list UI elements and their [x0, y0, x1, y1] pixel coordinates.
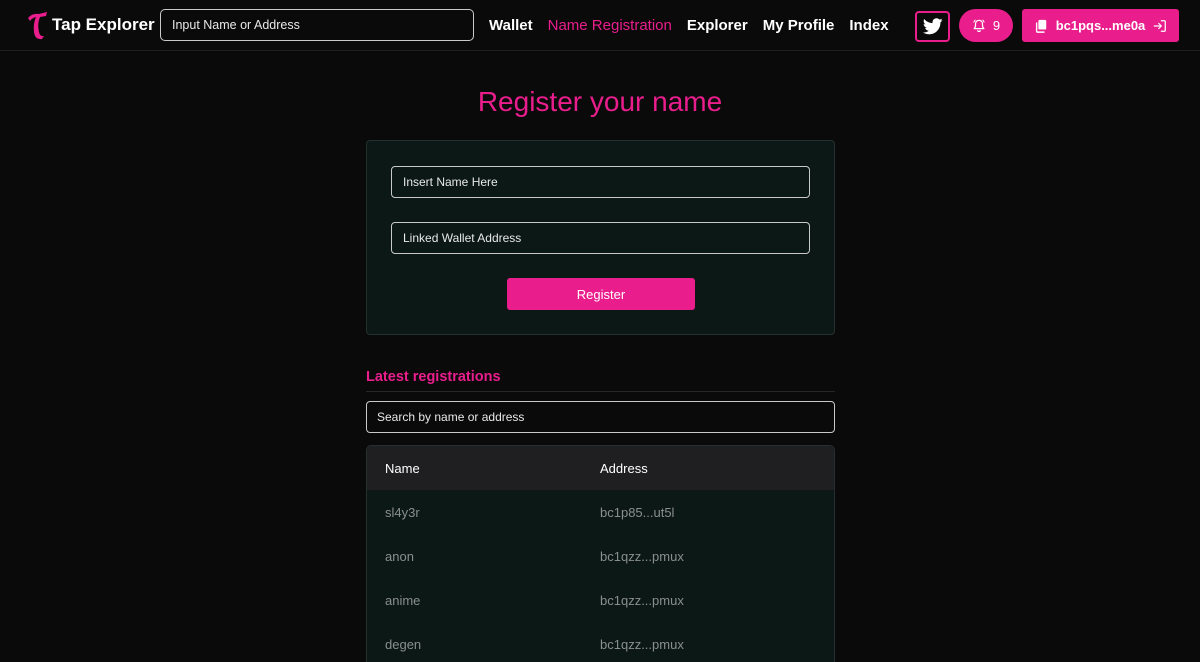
tap-logo-icon [28, 12, 47, 40]
table-row[interactable]: anon bc1qzz...pmux [367, 534, 834, 578]
row-address: bc1qzz...pmux [600, 636, 684, 652]
top-navbar: Tap Explorer Wallet Name Registration Ex… [0, 0, 1200, 51]
divider [366, 391, 835, 392]
column-header-name[interactable]: Name [385, 461, 420, 476]
notification-count: 9 [992, 18, 1001, 33]
twitter-icon [922, 18, 943, 35]
wallet-button[interactable]: bc1pqs...me0a [1022, 9, 1179, 42]
global-search-input[interactable] [160, 9, 474, 41]
latest-registrations-heading: Latest registrations [366, 369, 501, 385]
registration-card: Register [366, 140, 835, 335]
registrations-search-input[interactable] [366, 401, 835, 433]
nav-index[interactable]: Index [849, 17, 888, 34]
name-input[interactable] [391, 166, 810, 198]
column-header-address[interactable]: Address [600, 461, 648, 476]
brand-name: Tap Explorer [52, 15, 155, 34]
table-row[interactable]: sl4y3r bc1p85...ut5l [367, 490, 834, 534]
table-header: Name Address [367, 446, 834, 490]
copy-icon[interactable] [1034, 19, 1048, 33]
registrations-table: Name Address sl4y3r bc1p85...ut5l anon b… [366, 445, 835, 662]
row-name: anime [385, 592, 421, 608]
nav-wallet[interactable]: Wallet [489, 17, 533, 34]
nav-explorer[interactable]: Explorer [687, 17, 748, 34]
row-name: degen [385, 636, 422, 652]
nav-my-profile[interactable]: My Profile [763, 17, 835, 34]
row-name: anon [385, 548, 414, 564]
row-address: bc1qzz...pmux [600, 548, 684, 564]
row-address: bc1qzz...pmux [600, 592, 684, 608]
table-row[interactable]: anime bc1qzz...pmux [367, 578, 834, 622]
row-address: bc1p85...ut5l [600, 504, 675, 520]
wallet-address: bc1pqs...me0a [1055, 18, 1146, 33]
bell-icon [973, 18, 985, 32]
page-title: Register your name [477, 86, 723, 117]
brand-logo[interactable]: Tap Explorer [25, 10, 155, 40]
main-nav: Wallet Name Registration Explorer My Pro… [489, 0, 889, 51]
table-row[interactable]: degen bc1qzz...pmux [367, 622, 834, 662]
twitter-button[interactable] [915, 11, 950, 42]
logout-icon[interactable] [1153, 19, 1167, 33]
nav-name-registration[interactable]: Name Registration [548, 17, 672, 34]
row-name: sl4y3r [385, 504, 420, 520]
linked-wallet-input[interactable] [391, 222, 810, 254]
register-button[interactable]: Register [507, 278, 695, 310]
notifications-button[interactable]: 9 [959, 9, 1013, 42]
